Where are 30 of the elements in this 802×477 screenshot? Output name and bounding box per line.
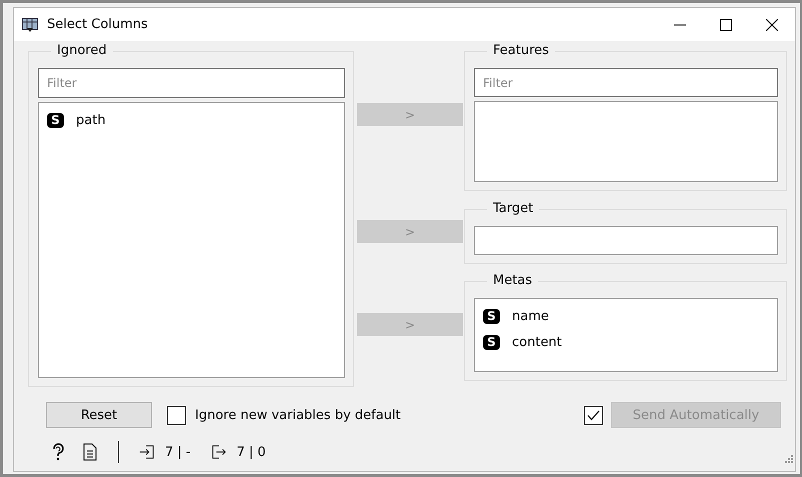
string-type-badge: S bbox=[483, 334, 500, 350]
reset-button[interactable]: Reset bbox=[46, 402, 152, 428]
filter-field[interactable]: Filter bbox=[38, 68, 345, 98]
resize-grip-icon[interactable] bbox=[785, 455, 793, 463]
variable-name[interactable]: path bbox=[76, 112, 106, 128]
variable-name[interactable]: name bbox=[512, 308, 549, 324]
input-summary: 7 | - bbox=[165, 444, 191, 460]
target-list[interactable] bbox=[474, 226, 778, 255]
group-title: Target bbox=[487, 201, 540, 216]
maximize-icon bbox=[720, 18, 732, 30]
output-summary: 7 | 0 bbox=[236, 444, 266, 460]
string-type-badge: S bbox=[47, 112, 64, 128]
check-icon bbox=[587, 410, 600, 420]
window-title: Select Columns bbox=[47, 17, 149, 32]
window-app-icon bbox=[22, 18, 38, 32]
variable-list[interactable]: S name S content bbox=[474, 298, 778, 372]
checkbox-label: Ignore new variables by default bbox=[195, 408, 401, 422]
close-icon bbox=[766, 18, 778, 30]
variable-name[interactable]: content bbox=[512, 334, 562, 350]
input-icon bbox=[139, 443, 155, 461]
output-icon bbox=[210, 443, 227, 461]
document-icon[interactable] bbox=[82, 443, 98, 461]
help-icon[interactable] bbox=[50, 443, 66, 461]
filter-field[interactable]: Filter bbox=[474, 68, 778, 98]
variable-list[interactable]: S path bbox=[38, 102, 345, 378]
minimize-icon bbox=[674, 24, 686, 26]
group-title: Ignored bbox=[51, 43, 113, 58]
variable-list[interactable] bbox=[474, 101, 778, 182]
checkbox[interactable] bbox=[167, 406, 186, 424]
string-type-badge: S bbox=[483, 308, 500, 324]
